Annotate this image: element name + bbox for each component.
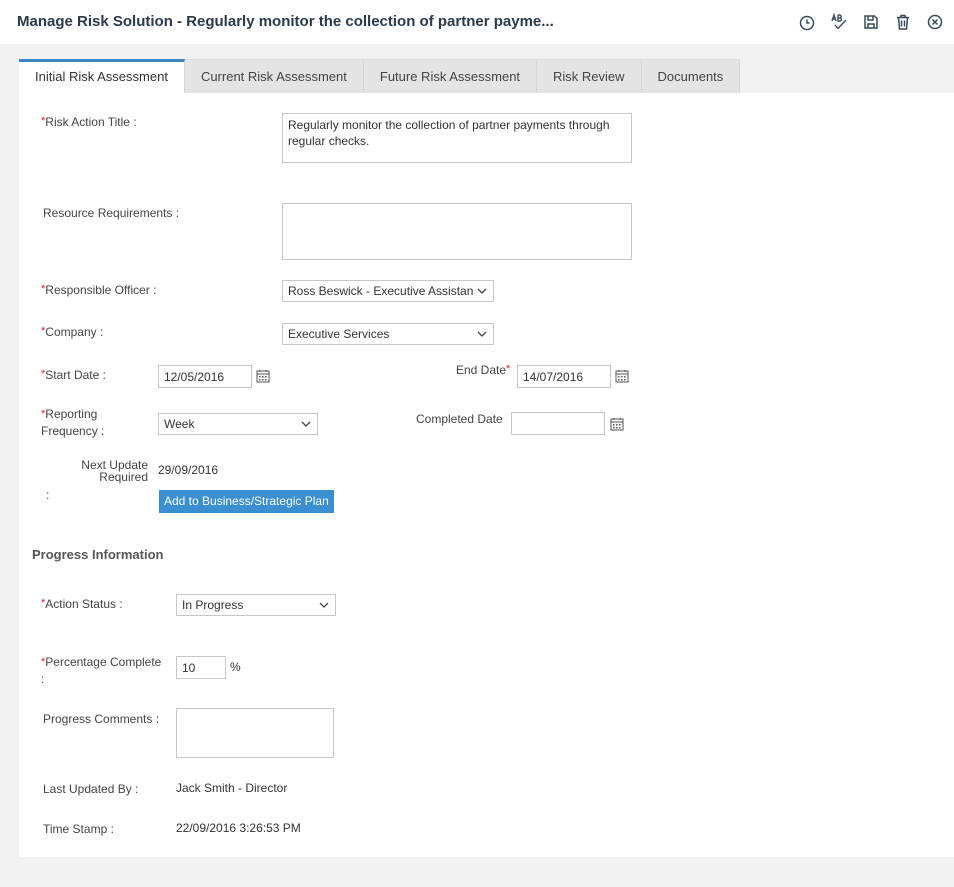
end-date-field[interactable]: 14/07/2016	[517, 365, 611, 388]
start-date-field[interactable]: 12/05/2016	[158, 365, 252, 388]
company-select[interactable]: Executive Services	[282, 323, 494, 345]
progress-section-heading: Progress Information	[32, 547, 164, 562]
start-date-label: *Start Date :	[41, 368, 106, 382]
risk-action-title-label: *Risk Action Title :	[41, 115, 137, 129]
tab-current-risk-assessment[interactable]: Current Risk Assessment	[184, 59, 364, 93]
progress-comments-label: Progress Comments :	[43, 712, 160, 726]
time-stamp-value: 22/09/2016 3:26:53 PM	[176, 821, 301, 835]
spellcheck-icon[interactable]	[828, 12, 850, 32]
tab-future-risk-assessment[interactable]: Future Risk Assessment	[363, 59, 538, 93]
save-icon[interactable]	[860, 12, 882, 32]
progress-comments-field[interactable]	[176, 708, 334, 758]
action-status-label: *Action Status :	[41, 597, 123, 611]
next-update-value: 29/09/2016	[158, 463, 219, 477]
calendar-icon[interactable]	[610, 417, 624, 431]
action-status-select[interactable]: In Progress	[176, 594, 336, 616]
responsible-officer-label: *Responsible Officer :	[41, 283, 157, 297]
resource-requirements-field[interactable]	[282, 203, 632, 260]
window-title: Manage Risk Solution - Regularly monitor…	[17, 13, 554, 30]
reporting-frequency-select[interactable]: Week	[158, 413, 318, 435]
add-to-plan-button[interactable]: Add to Business/Strategic Plan	[159, 490, 334, 513]
action-status-value: In Progress	[182, 598, 244, 612]
close-icon[interactable]	[924, 12, 946, 32]
chevron-down-icon	[319, 602, 329, 608]
percentage-complete-field[interactable]: 10	[176, 656, 226, 679]
percentage-complete-label: *Percentage Complete:	[41, 655, 162, 686]
end-date-label: End Date*	[456, 363, 511, 377]
last-updated-by-label: Last Updated By :	[43, 782, 139, 796]
resource-requirements-label: Resource Requirements :	[43, 206, 180, 220]
reporting-frequency-value: Week	[164, 417, 195, 431]
history-icon[interactable]	[796, 12, 818, 32]
window-header: Manage Risk Solution - Regularly monitor…	[0, 0, 954, 44]
delete-icon[interactable]	[892, 12, 914, 32]
company-value: Executive Services	[288, 327, 390, 341]
tab-bar: Initial Risk Assessment Current Risk Ass…	[19, 59, 741, 93]
next-update-label-colon: :	[46, 488, 50, 502]
toolbar	[796, 12, 946, 32]
responsible-officer-value: Ross Beswick - Executive Assistan	[288, 284, 474, 298]
required-marker: *	[506, 363, 511, 375]
tab-documents[interactable]: Documents	[641, 59, 741, 93]
risk-action-title-field[interactable]: Regularly monitor the collection of part…	[282, 113, 632, 163]
last-updated-by-value: Jack Smith - Director	[176, 781, 288, 795]
completed-date-label: Completed Date	[416, 412, 503, 426]
tab-risk-review[interactable]: Risk Review	[537, 59, 642, 93]
next-update-label: Next Update Required	[81, 458, 148, 484]
chevron-down-icon	[301, 421, 311, 427]
reporting-frequency-label: *Reporting Frequency :	[41, 407, 105, 438]
calendar-icon[interactable]	[256, 369, 270, 383]
chevron-down-icon	[477, 331, 487, 337]
time-stamp-label: Time Stamp :	[43, 822, 114, 836]
chevron-down-icon	[477, 288, 487, 294]
calendar-icon[interactable]	[615, 369, 629, 383]
completed-date-field[interactable]	[511, 412, 605, 435]
tab-initial-risk-assessment[interactable]: Initial Risk Assessment	[19, 59, 185, 93]
percent-unit: %	[230, 660, 241, 674]
form-panel: *Risk Action Title : Regularly monitor t…	[19, 93, 954, 857]
company-label: *Company :	[41, 325, 104, 339]
responsible-officer-select[interactable]: Ross Beswick - Executive Assistan	[282, 280, 494, 302]
